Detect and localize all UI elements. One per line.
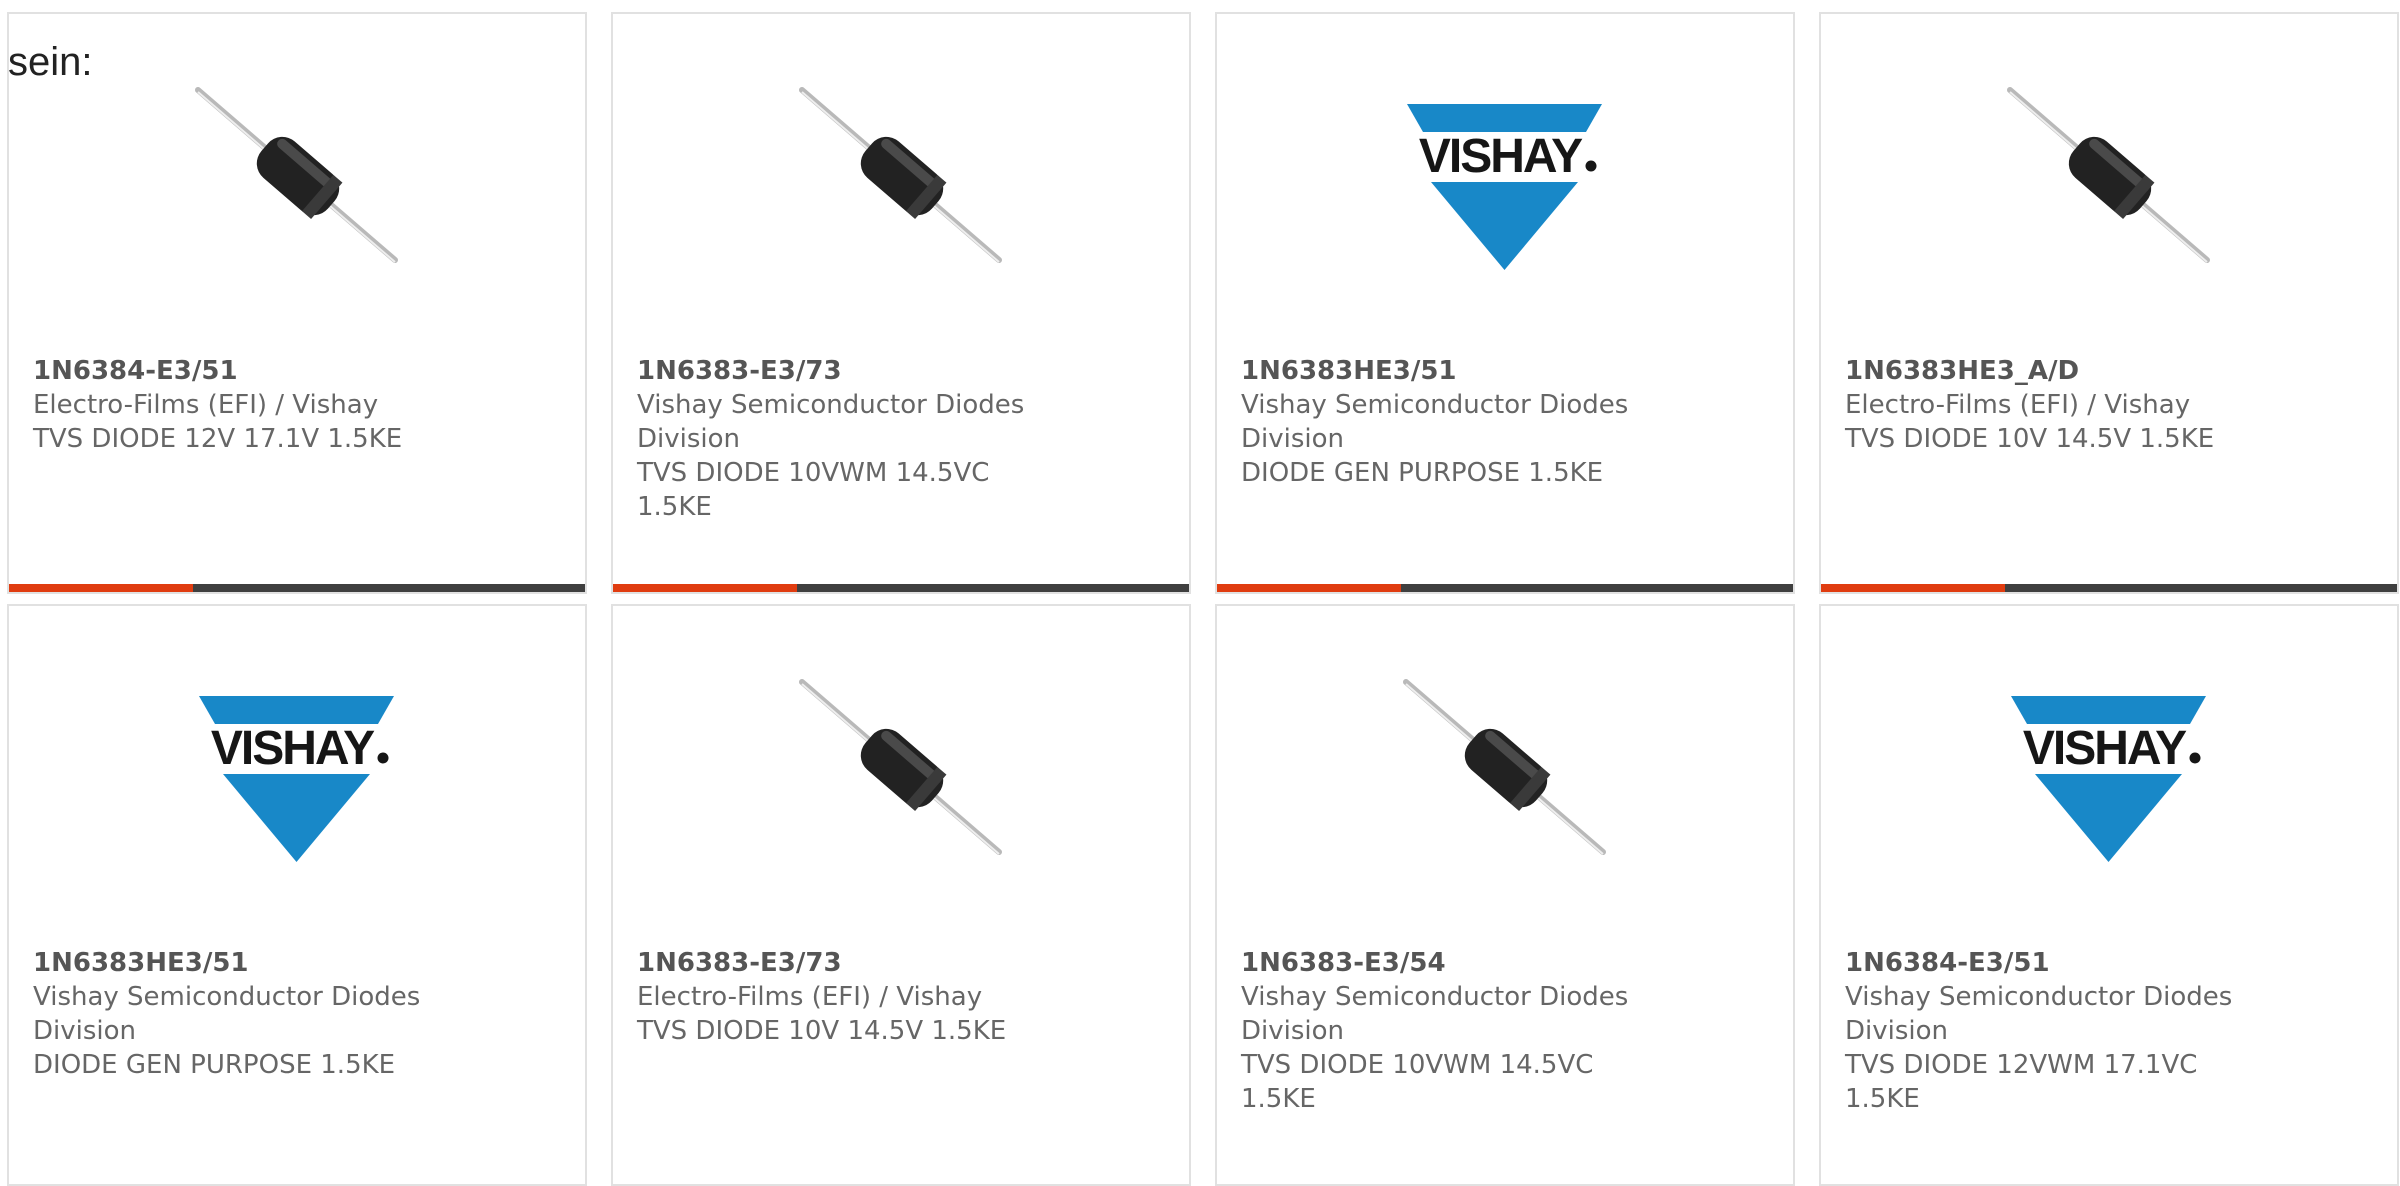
product-image[interactable] xyxy=(798,676,1003,876)
product-image[interactable] xyxy=(798,84,1003,284)
product-info: 1N6383-E3/73 Electro-Films (EFI) / Visha… xyxy=(637,946,1165,1048)
product-part-number[interactable]: 1N6383HE3/51 xyxy=(1241,354,1769,388)
vishay-logo: VISHAY xyxy=(2011,696,2206,862)
product-description: TVS DIODE 10V 14.5V 1.5KE xyxy=(637,1016,1007,1046)
svg-text:VISHAY: VISHAY xyxy=(1419,130,1583,183)
product-card[interactable]: 1N6384-E3/51 Electro-Films (EFI) / Visha… xyxy=(7,12,587,594)
product-card[interactable]: 1N6383HE3_A/D Electro-Films (EFI) / Vish… xyxy=(1819,12,2399,594)
product-manufacturer: Vishay Semiconductor Diodes Division xyxy=(1845,982,2233,1046)
diode-icon xyxy=(1403,679,1606,855)
card-progress-bar xyxy=(9,584,585,592)
product-description: TVS DIODE 10VWM 14.5VC 1.5KE xyxy=(637,458,990,522)
product-part-number[interactable]: 1N6383-E3/54 xyxy=(1241,946,1769,980)
card-progress-bar xyxy=(613,584,1189,592)
diode-icon xyxy=(799,87,1002,263)
product-description: DIODE GEN PURPOSE 1.5KE xyxy=(1241,458,1604,488)
product-part-number[interactable]: 1N6383HE3_A/D xyxy=(1845,354,2373,388)
card-progress-bar xyxy=(1821,584,2397,592)
product-image[interactable] xyxy=(1402,676,1607,876)
product-description: DIODE GEN PURPOSE 1.5KE xyxy=(33,1050,396,1080)
product-info: 1N6384-E3/51 Vishay Semiconductor Diodes… xyxy=(1845,946,2373,1116)
product-image[interactable]: VISHAY xyxy=(2006,676,2211,876)
product-manufacturer: Electro-Films (EFI) / Vishay xyxy=(637,982,983,1012)
product-part-number[interactable]: 1N6384-E3/51 xyxy=(33,354,561,388)
diode-icon xyxy=(2007,87,2210,263)
product-image[interactable] xyxy=(194,84,399,284)
product-manufacturer: Vishay Semiconductor Diodes Division xyxy=(33,982,421,1046)
product-card[interactable]: VISHAY 1N6384-E3/51 Vishay Semiconductor… xyxy=(1819,604,2399,1186)
svg-text:VISHAY: VISHAY xyxy=(211,722,375,775)
product-manufacturer: Electro-Films (EFI) / Vishay xyxy=(33,390,379,420)
product-image[interactable] xyxy=(2006,84,2211,284)
product-image[interactable]: VISHAY xyxy=(194,676,399,876)
svg-text:VISHAY: VISHAY xyxy=(2023,722,2187,775)
intro-text: sein: xyxy=(8,40,93,84)
card-progress-fill xyxy=(9,584,194,592)
product-info: 1N6383HE3/51 Vishay Semiconductor Diodes… xyxy=(33,946,561,1082)
product-part-number[interactable]: 1N6384-E3/51 xyxy=(1845,946,2373,980)
product-description: TVS DIODE 12V 17.1V 1.5KE xyxy=(33,424,403,454)
product-info: 1N6383-E3/73 Vishay Semiconductor Diodes… xyxy=(637,354,1165,524)
product-image[interactable]: VISHAY xyxy=(1402,84,1607,284)
product-card[interactable]: VISHAY 1N6383HE3/51 Vishay Semiconductor… xyxy=(7,604,587,1186)
product-description: TVS DIODE 12VWM 17.1VC 1.5KE xyxy=(1845,1050,2198,1114)
product-part-number[interactable]: 1N6383-E3/73 xyxy=(637,946,1165,980)
product-card[interactable]: VISHAY 1N6383HE3/51 Vishay Semiconductor… xyxy=(1215,12,1795,594)
card-progress-bar xyxy=(1217,584,1793,592)
product-card[interactable]: 1N6383-E3/73 Vishay Semiconductor Diodes… xyxy=(611,12,1191,594)
product-grid: 1N6384-E3/51 Electro-Films (EFI) / Visha… xyxy=(7,12,2399,1186)
vishay-logo: VISHAY xyxy=(1407,104,1602,270)
product-manufacturer: Vishay Semiconductor Diodes Division xyxy=(637,390,1025,454)
product-part-number[interactable]: 1N6383-E3/73 xyxy=(637,354,1165,388)
product-info: 1N6383HE3/51 Vishay Semiconductor Diodes… xyxy=(1241,354,1769,490)
diode-icon xyxy=(799,679,1002,855)
vishay-logo: VISHAY xyxy=(199,696,394,862)
product-description: TVS DIODE 10V 14.5V 1.5KE xyxy=(1845,424,2215,454)
product-info: 1N6383HE3_A/D Electro-Films (EFI) / Vish… xyxy=(1845,354,2373,456)
product-card[interactable]: 1N6383-E3/54 Vishay Semiconductor Diodes… xyxy=(1215,604,1795,1186)
product-manufacturer: Vishay Semiconductor Diodes Division xyxy=(1241,982,1629,1046)
product-manufacturer: Vishay Semiconductor Diodes Division xyxy=(1241,390,1629,454)
diode-icon xyxy=(195,87,398,263)
product-info: 1N6383-E3/54 Vishay Semiconductor Diodes… xyxy=(1241,946,1769,1116)
product-info: 1N6384-E3/51 Electro-Films (EFI) / Visha… xyxy=(33,354,561,456)
card-progress-fill xyxy=(613,584,798,592)
product-part-number[interactable]: 1N6383HE3/51 xyxy=(33,946,561,980)
product-card[interactable]: 1N6383-E3/73 Electro-Films (EFI) / Visha… xyxy=(611,604,1191,1186)
card-progress-fill xyxy=(1217,584,1402,592)
product-manufacturer: Electro-Films (EFI) / Vishay xyxy=(1845,390,2191,420)
product-description: TVS DIODE 10VWM 14.5VC 1.5KE xyxy=(1241,1050,1594,1114)
card-progress-fill xyxy=(1821,584,2006,592)
